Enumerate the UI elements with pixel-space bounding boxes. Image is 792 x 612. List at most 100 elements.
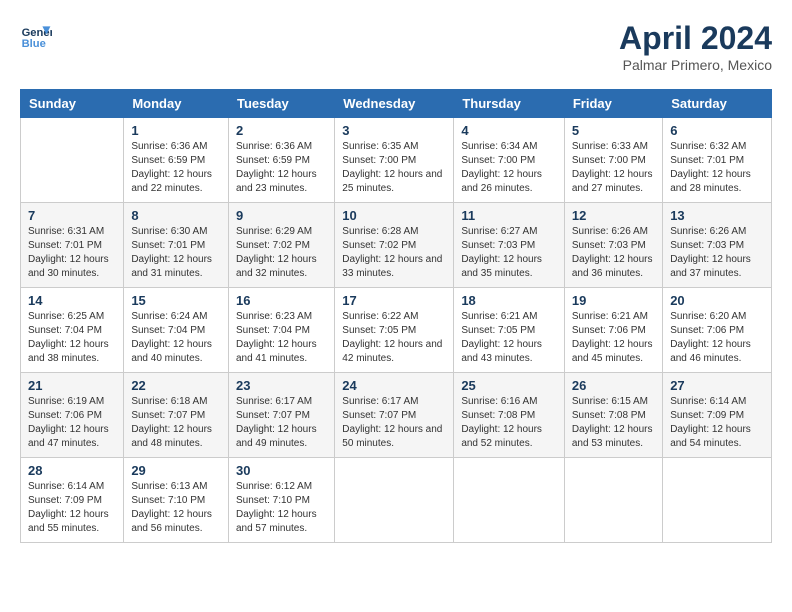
calendar-cell: 10 Sunrise: 6:28 AMSunset: 7:02 PMDayligh… [335,203,454,288]
day-number: 25 [461,378,557,393]
calendar-cell: 23 Sunrise: 6:17 AMSunset: 7:07 PMDayligh… [228,373,334,458]
day-info: Sunrise: 6:29 AMSunset: 7:02 PMDaylight:… [236,225,327,281]
calendar-cell: 17Sunrise: 6:22 AMSunset: 7:05 PMDayligh… [335,288,454,373]
day-info: Sunrise: 6:36 AMSunset: 6:59 PMDaylight:… [236,140,327,196]
day-info: Sunrise: 6:32 AMSunset: 7:01 PMDaylight:… [670,140,764,196]
day-number: 17 [342,293,446,308]
day-number: 20 [670,293,764,308]
day-number: 19 [572,293,655,308]
day-number: 11 [461,208,557,223]
calendar-cell: 22 Sunrise: 6:18 AMSunset: 7:07 PMDayligh… [124,373,229,458]
location: Palmar Primero, Mexico [619,57,772,73]
calendar-table: SundayMondayTuesdayWednesdayThursdayFrid… [20,89,772,543]
day-number: 12 [572,208,655,223]
calendar-cell: 4Sunrise: 6:34 AMSunset: 7:00 PMDaylight… [454,118,565,203]
day-info: Sunrise: 6:15 AMSunset: 7:08 PMDaylight:… [572,395,655,451]
calendar-week-row: 1 Sunrise: 6:36 AMSunset: 6:59 PMDaylight… [21,118,772,203]
calendar-cell [21,118,124,203]
calendar-cell: 6 Sunrise: 6:32 AMSunset: 7:01 PMDaylight… [663,118,772,203]
calendar-cell: 11 Sunrise: 6:27 AMSunset: 7:03 PMDayligh… [454,203,565,288]
day-info: Sunrise: 6:21 AMSunset: 7:05 PMDaylight:… [461,310,557,366]
calendar-cell: 3 Sunrise: 6:35 AMSunset: 7:00 PMDaylight… [335,118,454,203]
page-header: General Blue April 2024 Palmar Primero, … [20,20,772,73]
day-number: 6 [670,123,764,138]
day-number: 8 [131,208,221,223]
day-info: Sunrise: 6:24 AMSunset: 7:04 PMDaylight:… [131,310,221,366]
day-number: 2 [236,123,327,138]
calendar-cell: 5 Sunrise: 6:33 AMSunset: 7:00 PMDaylight… [564,118,662,203]
day-info: Sunrise: 6:31 AMSunset: 7:01 PMDaylight:… [28,225,116,281]
weekday-header: Thursday [454,90,565,118]
day-info: Sunrise: 6:26 AMSunset: 7:03 PMDaylight:… [572,225,655,281]
day-info: Sunrise: 6:27 AMSunset: 7:03 PMDaylight:… [461,225,557,281]
weekday-header: Saturday [663,90,772,118]
day-number: 21 [28,378,116,393]
day-number: 26 [572,378,655,393]
day-info: Sunrise: 6:25 AMSunset: 7:04 PMDaylight:… [28,310,116,366]
day-info: Sunrise: 6:17 AMSunset: 7:07 PMDaylight:… [236,395,327,451]
day-info: Sunrise: 6:35 AMSunset: 7:00 PMDaylight:… [342,140,446,196]
day-info: Sunrise: 6:36 AMSunset: 6:59 PMDaylight:… [131,140,221,196]
calendar-cell: 27 Sunrise: 6:14 AMSunset: 7:09 PMDayligh… [663,373,772,458]
calendar-cell: 20 Sunrise: 6:20 AMSunset: 7:06 PMDayligh… [663,288,772,373]
svg-text:Blue: Blue [22,38,46,50]
calendar-cell: 8 Sunrise: 6:30 AMSunset: 7:01 PMDaylight… [124,203,229,288]
day-number: 30 [236,463,327,478]
day-number: 3 [342,123,446,138]
weekday-header: Friday [564,90,662,118]
calendar-cell: 14 Sunrise: 6:25 AMSunset: 7:04 PMDayligh… [21,288,124,373]
day-info: Sunrise: 6:30 AMSunset: 7:01 PMDaylight:… [131,225,221,281]
calendar-week-row: 28 Sunrise: 6:14 AMSunset: 7:09 PMDayligh… [21,458,772,543]
calendar-cell: 9Sunrise: 6:29 AMSunset: 7:02 PMDaylight… [228,203,334,288]
day-number: 27 [670,378,764,393]
day-info: Sunrise: 6:20 AMSunset: 7:06 PMDaylight:… [670,310,764,366]
calendar-cell: 1 Sunrise: 6:36 AMSunset: 6:59 PMDaylight… [124,118,229,203]
day-number: 10 [342,208,446,223]
calendar-cell: 16Sunrise: 6:23 AMSunset: 7:04 PMDayligh… [228,288,334,373]
calendar-cell: 29Sunrise: 6:13 AMSunset: 7:10 PMDayligh… [124,458,229,543]
calendar-cell: 7 Sunrise: 6:31 AMSunset: 7:01 PMDaylight… [21,203,124,288]
day-info: Sunrise: 6:18 AMSunset: 7:07 PMDaylight:… [131,395,221,451]
calendar-cell [663,458,772,543]
day-number: 13 [670,208,764,223]
day-info: Sunrise: 6:28 AMSunset: 7:02 PMDaylight:… [342,225,446,281]
calendar-cell: 24Sunrise: 6:17 AMSunset: 7:07 PMDayligh… [335,373,454,458]
calendar-cell: 28 Sunrise: 6:14 AMSunset: 7:09 PMDayligh… [21,458,124,543]
title-area: April 2024 Palmar Primero, Mexico [619,20,772,73]
month-title: April 2024 [619,20,772,57]
day-info: Sunrise: 6:19 AMSunset: 7:06 PMDaylight:… [28,395,116,451]
day-number: 7 [28,208,116,223]
calendar-cell: 19 Sunrise: 6:21 AMSunset: 7:06 PMDayligh… [564,288,662,373]
day-info: Sunrise: 6:13 AMSunset: 7:10 PMDaylight:… [131,480,221,536]
calendar-cell: 18 Sunrise: 6:21 AMSunset: 7:05 PMDayligh… [454,288,565,373]
day-info: Sunrise: 6:33 AMSunset: 7:00 PMDaylight:… [572,140,655,196]
day-number: 15 [131,293,221,308]
day-info: Sunrise: 6:12 AMSunset: 7:10 PMDaylight:… [236,480,327,536]
day-number: 1 [131,123,221,138]
day-number: 28 [28,463,116,478]
calendar-cell [564,458,662,543]
day-number: 22 [131,378,221,393]
day-number: 18 [461,293,557,308]
day-info: Sunrise: 6:14 AMSunset: 7:09 PMDaylight:… [28,480,116,536]
day-number: 24 [342,378,446,393]
logo-icon: General Blue [20,20,52,52]
calendar-cell: 26 Sunrise: 6:15 AMSunset: 7:08 PMDayligh… [564,373,662,458]
day-info: Sunrise: 6:14 AMSunset: 7:09 PMDaylight:… [670,395,764,451]
calendar-week-row: 21 Sunrise: 6:19 AMSunset: 7:06 PMDayligh… [21,373,772,458]
calendar-cell: 25 Sunrise: 6:16 AMSunset: 7:08 PMDayligh… [454,373,565,458]
calendar-week-row: 14 Sunrise: 6:25 AMSunset: 7:04 PMDayligh… [21,288,772,373]
calendar-cell: 15 Sunrise: 6:24 AMSunset: 7:04 PMDayligh… [124,288,229,373]
day-info: Sunrise: 6:21 AMSunset: 7:06 PMDaylight:… [572,310,655,366]
day-number: 23 [236,378,327,393]
calendar-week-row: 7 Sunrise: 6:31 AMSunset: 7:01 PMDaylight… [21,203,772,288]
calendar-cell: 13Sunrise: 6:26 AMSunset: 7:03 PMDayligh… [663,203,772,288]
day-number: 4 [461,123,557,138]
day-info: Sunrise: 6:16 AMSunset: 7:08 PMDaylight:… [461,395,557,451]
calendar-cell [454,458,565,543]
weekday-header: Monday [124,90,229,118]
day-number: 5 [572,123,655,138]
day-number: 14 [28,293,116,308]
day-info: Sunrise: 6:23 AMSunset: 7:04 PMDaylight:… [236,310,327,366]
calendar-cell: 21 Sunrise: 6:19 AMSunset: 7:06 PMDayligh… [21,373,124,458]
